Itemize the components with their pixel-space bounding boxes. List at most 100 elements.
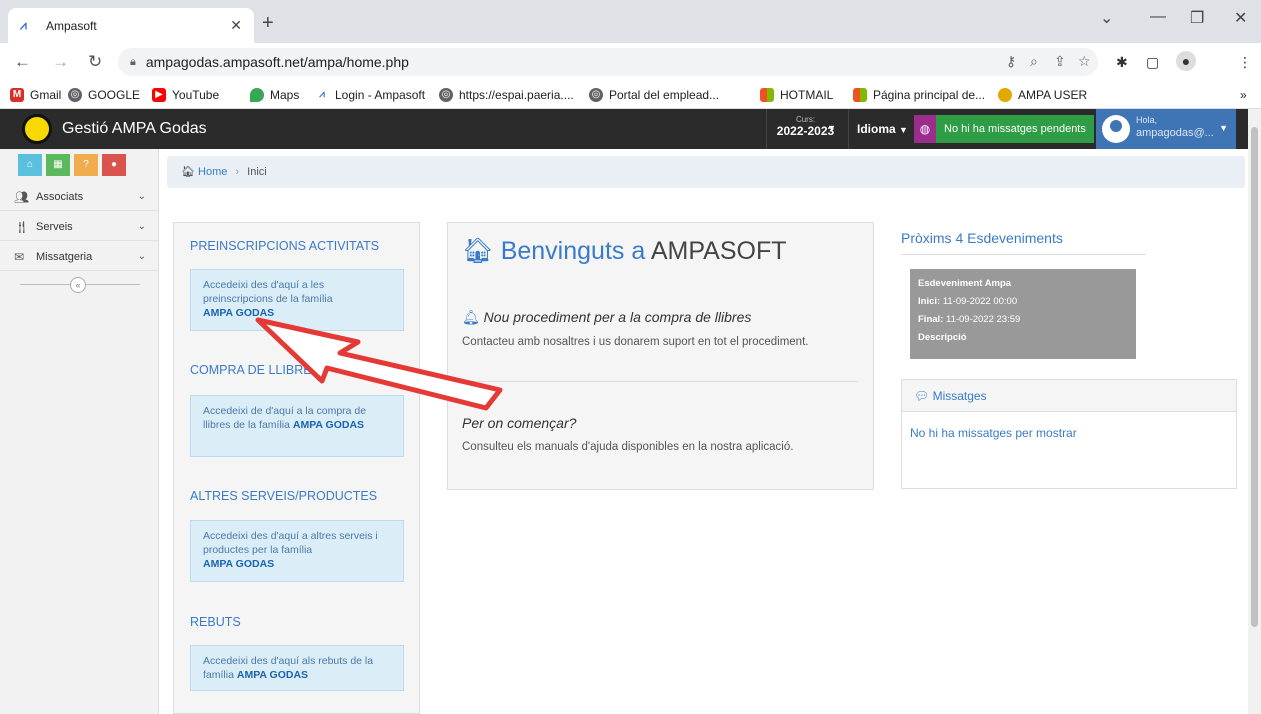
bookmark-portal-empleat[interactable]: ◎ Portal del emplead... bbox=[589, 88, 719, 102]
section-text: Accedeixi des d'aquí a altres serveis i … bbox=[203, 530, 378, 556]
sidebar-collapse: « bbox=[0, 274, 158, 296]
minimize-icon[interactable]: — bbox=[1150, 8, 1166, 26]
page-scrollbar[interactable] bbox=[1248, 109, 1261, 714]
user-menu[interactable]: Hola, ampagodas@... ▼ bbox=[1096, 109, 1236, 149]
rebuts-link[interactable]: Accedeixi des d'aquí als rebuts de la fa… bbox=[190, 645, 404, 691]
collapse-icon[interactable]: « bbox=[70, 277, 86, 293]
section-text: Accedeixi des d'aquí a les preinscripcio… bbox=[203, 279, 333, 305]
globe-icon: ◎ bbox=[68, 88, 82, 102]
section-strong: AMPA GODAS bbox=[203, 558, 275, 570]
bookmark-star-icon[interactable]: ☆ bbox=[1078, 53, 1091, 70]
home-shortcut-icon[interactable]: ⌂ bbox=[18, 154, 42, 176]
globe-icon: ◎ bbox=[589, 88, 603, 102]
divider bbox=[462, 381, 858, 382]
youtube-icon: ▶ bbox=[152, 88, 166, 102]
sidebar: ⌂ ▦ ? ● 👥︎ Associats ⌄ 🍴︎ Serveis ⌄ ✉ Mi… bbox=[0, 149, 159, 714]
start-text: Consulteu els manuals d'ajuda disponible… bbox=[462, 441, 794, 453]
share-icon[interactable]: ⇪ bbox=[1054, 53, 1066, 70]
cutlery-icon: 🍴︎ bbox=[14, 220, 30, 234]
profile-icon[interactable]: ● bbox=[1176, 51, 1196, 71]
breadcrumb-separator: › bbox=[235, 166, 240, 178]
user-name: ampagodas@... bbox=[1136, 127, 1214, 139]
messages-indicator[interactable]: ◍ No hi ha missatges pendents bbox=[914, 115, 1094, 143]
help-shortcut-icon[interactable]: ? bbox=[74, 154, 98, 176]
compra-llibres-link[interactable]: Accedeixi de d'aquí a la compra de llibr… bbox=[190, 395, 404, 457]
calendar-shortcut-icon[interactable]: ▦ bbox=[46, 154, 70, 176]
bookmark-pagina-principal[interactable]: Página principal de... bbox=[853, 88, 985, 102]
bookmark-hotmail[interactable]: HOTMAIL bbox=[760, 88, 833, 102]
avatar bbox=[1102, 115, 1130, 143]
preinscripcions-link[interactable]: Accedeixi des d'aquí a les preinscripcio… bbox=[190, 269, 404, 331]
ampa-user-icon bbox=[998, 88, 1012, 102]
bookmark-login-ampasoft[interactable]: ⩘ Login - Ampasoft bbox=[315, 88, 425, 102]
section-title: REBUTS bbox=[190, 615, 241, 629]
event-card[interactable]: Esdeveniment Ampa Inici: 11-09-2022 00:0… bbox=[910, 269, 1136, 359]
notice-heading-text: Nou procediment per a la compra de llibr… bbox=[483, 309, 752, 325]
sidebar-item-missatgeria[interactable]: ✉ Missatgeria ⌄ bbox=[0, 243, 158, 271]
extensions-icon[interactable]: ✱ bbox=[1116, 54, 1128, 71]
event-description-label: Descripció bbox=[918, 332, 967, 343]
new-tab-icon[interactable]: + bbox=[262, 12, 274, 35]
messages-empty: No hi ha missatges per mostrar bbox=[910, 426, 1077, 440]
browser-tab[interactable]: ⩘ Ampasoft ✕ bbox=[8, 8, 254, 43]
events-title: Pròxims 4 Esdeveniments bbox=[901, 230, 1063, 246]
sidebar-item-serveis[interactable]: 🍴︎ Serveis ⌄ bbox=[0, 213, 158, 241]
event-start: 11-09-2022 00:00 bbox=[942, 296, 1018, 307]
browser-tabbar: ⩘ Ampasoft ✕ + ⌄ — ❐ ✕ bbox=[0, 0, 1261, 43]
menu-dots-icon[interactable]: ⋮ bbox=[1238, 54, 1252, 71]
bookmark-google[interactable]: ◎ GOOGLE bbox=[68, 88, 140, 102]
sidebar-item-associats[interactable]: 👥︎ Associats ⌄ bbox=[0, 183, 158, 211]
section-strong: AMPA GODAS bbox=[236, 669, 309, 681]
idioma-selector[interactable]: Idioma ▼ bbox=[848, 109, 910, 149]
back-icon[interactable]: ← bbox=[14, 52, 31, 72]
chat-shortcut-icon[interactable]: ● bbox=[102, 154, 126, 176]
zoom-icon[interactable]: ⌕ bbox=[1030, 53, 1038, 70]
event-end: 11-09-2022 23:59 bbox=[945, 314, 1021, 325]
altres-serveis-link[interactable]: Accedeixi des d'aquí a altres serveis i … bbox=[190, 520, 404, 582]
event-start-label: Inici: bbox=[918, 296, 941, 307]
ampasoft-favicon-icon: ⩘ bbox=[20, 18, 27, 32]
users-icon: 👥︎ bbox=[14, 190, 30, 204]
sidebar-shortcuts: ⌂ ▦ ? ● bbox=[18, 154, 126, 176]
scrollbar-thumb[interactable] bbox=[1251, 127, 1258, 627]
event-end-label: Final: bbox=[918, 314, 944, 325]
curs-selector[interactable]: Curs: 2022-2023 ▼ bbox=[766, 109, 844, 149]
url-input[interactable]: 🔒︎ ampagodas.ampasoft.net/ampa/home.php … bbox=[118, 48, 1098, 76]
reload-icon[interactable]: ↻ bbox=[88, 52, 102, 72]
globe-icon: ◍ bbox=[914, 115, 936, 143]
event-name: Esdeveniment Ampa bbox=[918, 278, 1012, 289]
section-strong: AMPA GODAS bbox=[203, 307, 275, 319]
restore-icon[interactable]: ❐ bbox=[1190, 8, 1204, 28]
password-key-icon[interactable]: ⚷ bbox=[1006, 53, 1016, 70]
section-strong: AMPA GODAS bbox=[292, 419, 365, 431]
sections-panel: PREINSCRIPCIONS ACTIVITATS Accedeixi des… bbox=[173, 222, 420, 714]
lock-icon: 🔒︎ bbox=[130, 55, 136, 68]
bookmark-gmail[interactable]: M Gmail bbox=[10, 88, 61, 102]
ampasoft-icon: ⩘ bbox=[315, 88, 329, 102]
bookmark-youtube[interactable]: ▶ YouTube bbox=[152, 88, 219, 102]
address-bar: ← → ↻ 🔒︎ ampagodas.ampasoft.net/ampa/hom… bbox=[0, 43, 1261, 81]
more-bookmarks-icon[interactable]: » bbox=[1240, 88, 1247, 102]
messages-status: No hi ha missatges pendents bbox=[936, 115, 1094, 143]
tab-search-icon[interactable]: ⌄ bbox=[1100, 8, 1113, 28]
ampa-logo-icon[interactable] bbox=[22, 114, 52, 144]
bookmark-ampa-user[interactable]: AMPA USER bbox=[998, 88, 1087, 102]
welcome-prefix: Benvinguts a bbox=[500, 237, 646, 265]
close-tab-icon[interactable]: ✕ bbox=[230, 17, 242, 34]
chevron-down-icon: ⌄ bbox=[137, 191, 146, 202]
envelope-icon: ✉ bbox=[14, 250, 25, 264]
breadcrumb: 🏠︎ Home › Inici bbox=[167, 156, 1245, 188]
microsoft-icon bbox=[760, 88, 774, 102]
user-greeting: Hola, bbox=[1136, 115, 1158, 125]
caret-down-icon: ▼ bbox=[827, 123, 836, 133]
close-window-icon[interactable]: ✕ bbox=[1234, 8, 1247, 28]
chat-bubble-icon: 💬︎ bbox=[914, 389, 930, 403]
forward-icon[interactable]: → bbox=[52, 52, 69, 72]
microsoft-icon bbox=[853, 88, 867, 102]
bookmark-espai-paeria[interactable]: ◎ https://espai.paeria.... bbox=[439, 88, 574, 102]
side-panel-icon[interactable]: ▢ bbox=[1146, 54, 1159, 71]
globe-icon: ◎ bbox=[439, 88, 453, 102]
bookmark-maps[interactable]: Maps bbox=[250, 88, 299, 102]
breadcrumb-home[interactable]: Home bbox=[198, 166, 227, 178]
welcome-panel: 🏠︎ Benvinguts a AMPASOFT 🔔︎ Nou procedim… bbox=[447, 222, 874, 490]
